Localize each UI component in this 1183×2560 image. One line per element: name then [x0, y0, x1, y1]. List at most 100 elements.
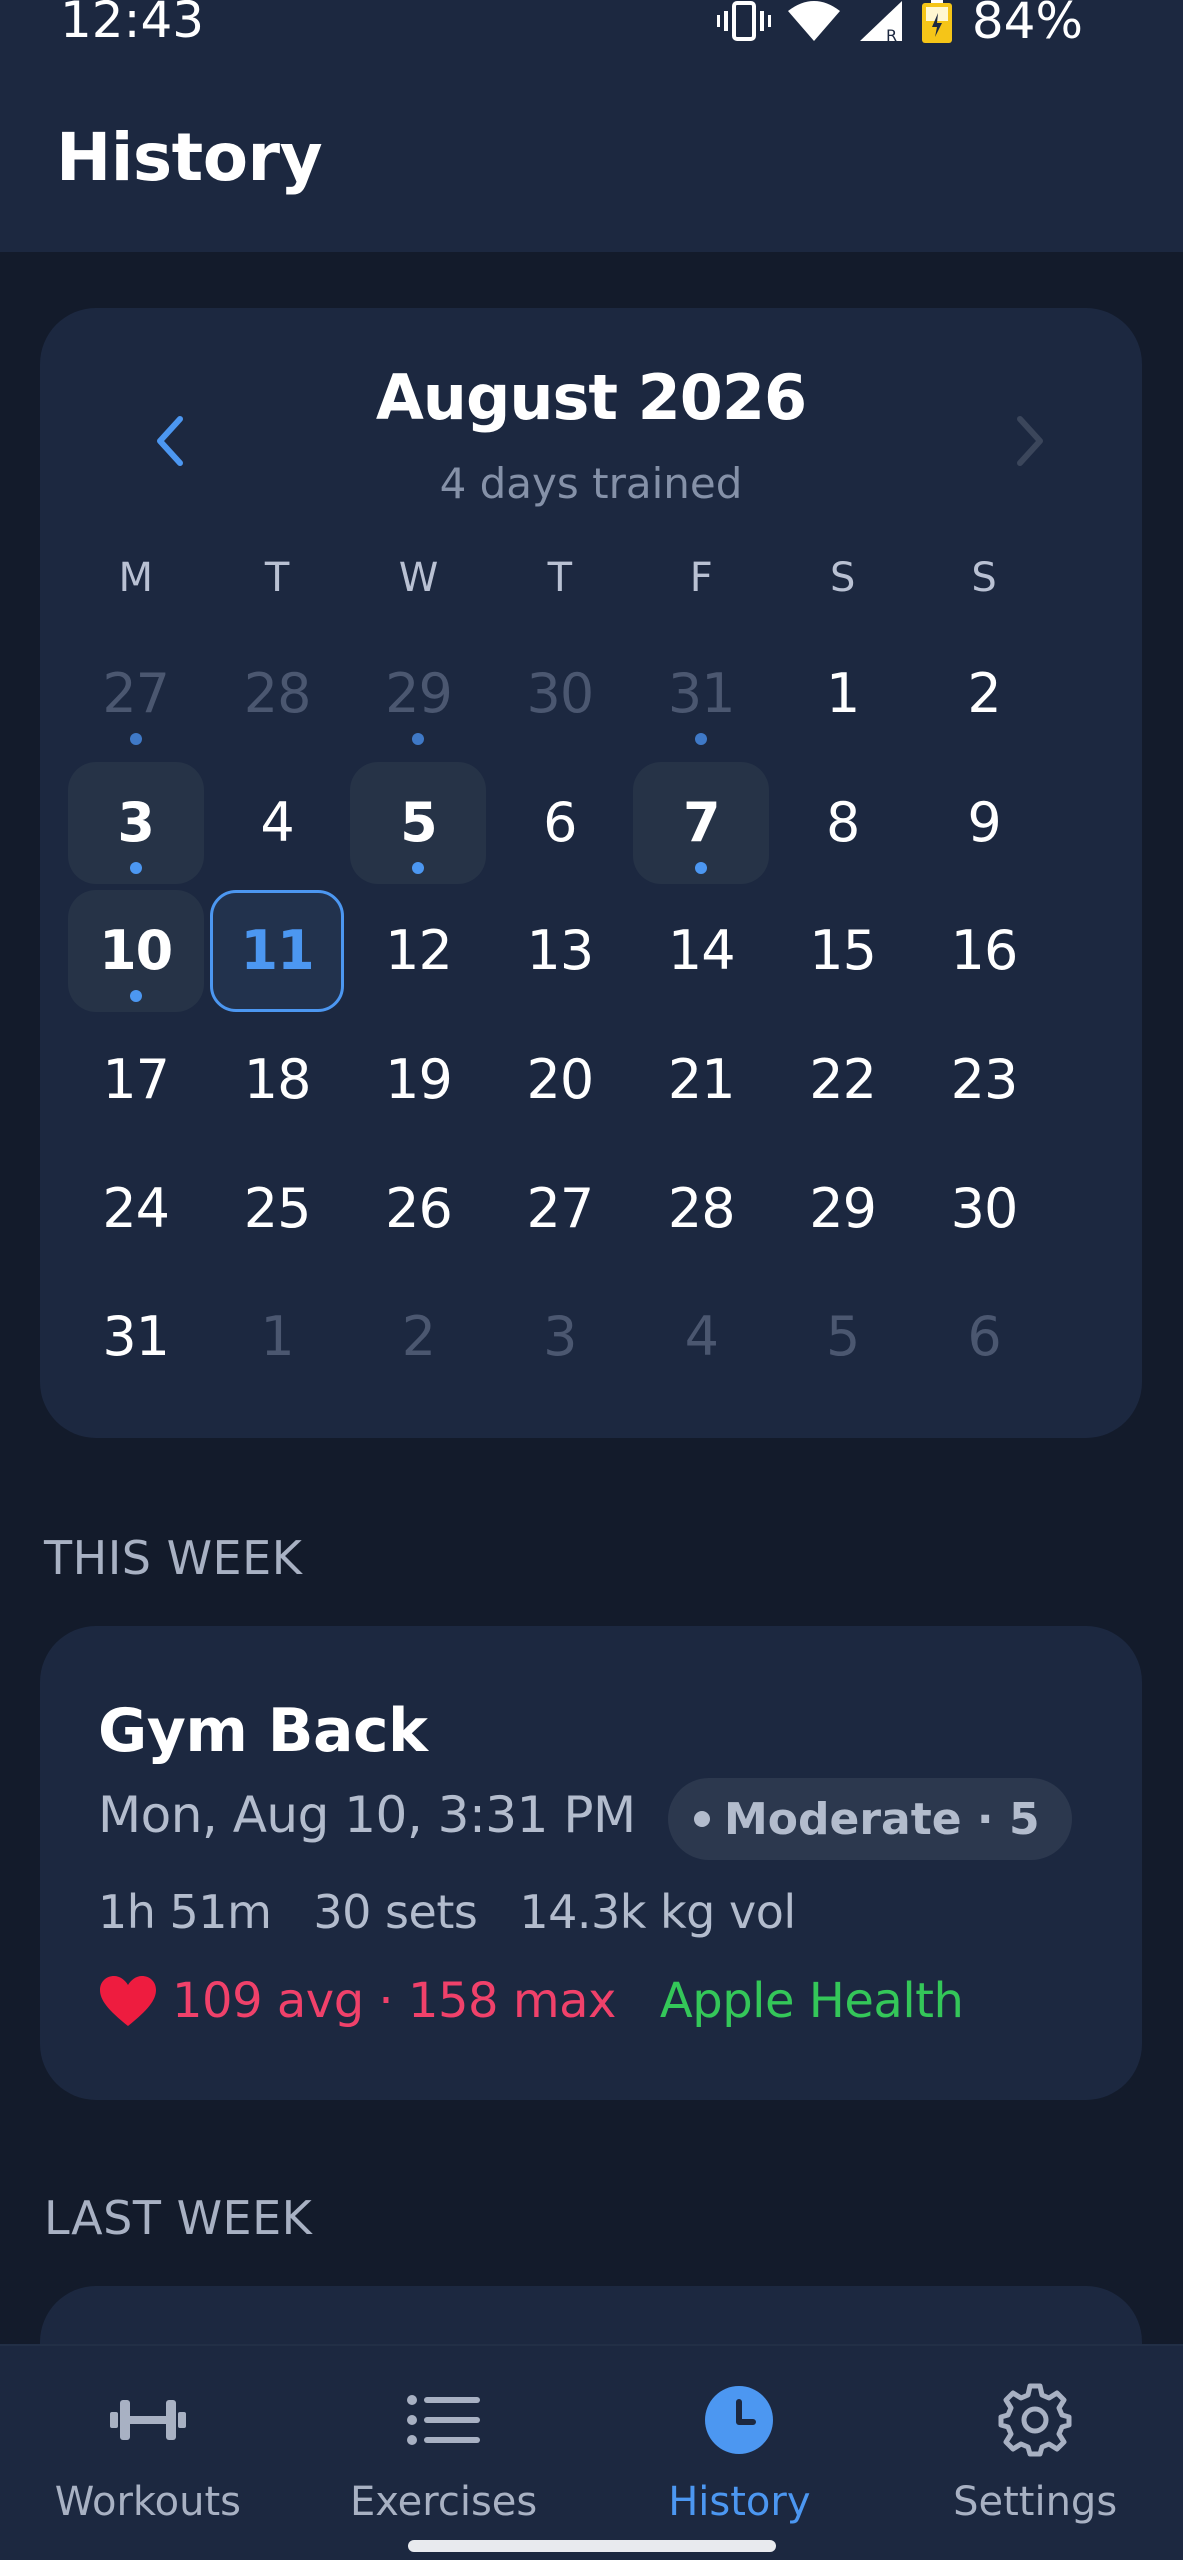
workout-dot-icon [695, 733, 708, 746]
calendar-day-number: 31 [667, 662, 736, 726]
calendar-day-box: 6 [492, 762, 628, 884]
calendar-day[interactable]: 17 [65, 1016, 206, 1145]
nav-item-exercises[interactable]: Exercises [296, 2346, 592, 2560]
calendar-day-number: 8 [825, 790, 860, 854]
calendar-day-box: 2 [916, 633, 1052, 755]
calendar-day[interactable]: 16 [913, 887, 1054, 1016]
calendar-day[interactable]: 31 [65, 1273, 206, 1402]
nav-item-history[interactable]: History [592, 2346, 888, 2560]
calendar-day-number: 13 [526, 919, 595, 983]
calendar-day[interactable]: 29 [348, 630, 489, 759]
calendar-day-box: 3 [492, 1276, 628, 1398]
calendar-day-box: 9 [916, 762, 1052, 884]
workout-dot-icon [412, 861, 425, 874]
calendar-day[interactable]: 23 [913, 1016, 1054, 1145]
calendar-day[interactable]: 8 [772, 759, 913, 888]
calendar-day-number: 4 [684, 1305, 719, 1369]
calendar-day[interactable]: 1 [206, 1273, 347, 1402]
intensity-label: Moderate · 5 [724, 1793, 1040, 1845]
calendar-day[interactable]: 13 [489, 887, 630, 1016]
calendar-day-box: 13 [492, 890, 628, 1012]
home-indicator[interactable] [408, 2540, 776, 2552]
calendar-day[interactable]: 6 [489, 759, 630, 888]
calendar-day[interactable]: 5 [772, 1273, 913, 1402]
calendar-day[interactable]: 29 [772, 1144, 913, 1273]
calendar-day[interactable]: 20 [489, 1016, 630, 1145]
calendar-day-box: 30 [492, 633, 628, 755]
calendar-day[interactable]: 31 [631, 630, 772, 759]
calendar-day-box: 22 [775, 1019, 911, 1141]
calendar-day-trained: 5 [350, 761, 487, 884]
calendar-day-box: 27 [492, 1148, 628, 1270]
calendar-day[interactable]: 3 [65, 759, 206, 888]
next-month-button[interactable] [1000, 396, 1060, 486]
calendar-day[interactable]: 11 [206, 887, 347, 1016]
calendar-day[interactable]: 3 [489, 1273, 630, 1402]
calendar-day[interactable]: 9 [913, 759, 1054, 888]
calendar-day[interactable]: 24 [65, 1144, 206, 1273]
gear-icon [993, 2378, 1077, 2462]
calendar-day-number: 16 [950, 919, 1019, 983]
workout-duration: 1h 51m [98, 1885, 272, 1939]
calendar-day[interactable]: 14 [631, 887, 772, 1016]
calendar-day[interactable]: 26 [348, 1144, 489, 1273]
calendar-day[interactable]: 10 [65, 887, 206, 1016]
nav-item-workouts[interactable]: Workouts [0, 2346, 296, 2560]
calendar-day-trained: 3 [67, 761, 204, 884]
workout-stats: 1h 51m 30 sets 14.3k kg vol [98, 1882, 796, 1942]
vibrate-icon [716, 0, 772, 43]
calendar-day-box: 26 [350, 1148, 486, 1270]
calendar-day[interactable]: 6 [913, 1273, 1054, 1402]
heart-rate-row: 109 avg · 158 max Apple Health [98, 1971, 964, 2031]
calendar-day[interactable]: 7 [631, 759, 772, 888]
calendar-day[interactable]: 2 [348, 1273, 489, 1402]
calendar-day[interactable]: 18 [206, 1016, 347, 1145]
calendar-day-number: 19 [385, 1048, 453, 1112]
calendar-day-box: 19 [350, 1019, 486, 1141]
calendar-day[interactable]: 30 [913, 1144, 1054, 1273]
calendar-day[interactable]: 28 [206, 630, 347, 759]
calendar-day-number: 21 [667, 1048, 736, 1112]
calendar-day-number: 31 [102, 1305, 170, 1369]
calendar-day-box: 16 [916, 890, 1052, 1012]
calendar-day[interactable]: 4 [206, 759, 347, 888]
calendar-day[interactable]: 21 [631, 1016, 772, 1145]
calendar-day[interactable]: 30 [489, 630, 630, 759]
calendar-day-trained: 10 [67, 890, 204, 1013]
calendar-day-number: 5 [400, 790, 438, 854]
calendar-day-number: 1 [260, 1305, 294, 1369]
calendar-day[interactable]: 5 [348, 759, 489, 888]
calendar-grid: 27 28 29 30 31 1 2 3 4 5 6 7 8 9 10 11 12 13 14 15 16 17 18 19 2… [65, 630, 1055, 1402]
calendar-day-trained: 7 [633, 761, 770, 884]
calendar-day-box: 28 [633, 1148, 769, 1270]
calendar-day-box: 24 [68, 1148, 204, 1270]
battery-icon [920, 0, 954, 45]
calendar-day[interactable]: 19 [348, 1016, 489, 1145]
calendar-day-number: 25 [243, 1176, 312, 1240]
calendar-day[interactable]: 22 [772, 1016, 913, 1145]
calendar-day[interactable]: 15 [772, 887, 913, 1016]
chevron-right-icon [1017, 416, 1043, 466]
calendar-day[interactable]: 25 [206, 1144, 347, 1273]
calendar-day[interactable]: 1 [772, 630, 913, 759]
intensity-badge: Moderate · 5 [668, 1778, 1072, 1860]
calendar-day[interactable]: 28 [631, 1144, 772, 1273]
calendar-day[interactable]: 12 [348, 887, 489, 1016]
status-time: 12:43 [60, 0, 205, 49]
weekday-label: T [264, 555, 290, 601]
calendar-day[interactable]: 27 [65, 630, 206, 759]
calendar-day-number: 26 [385, 1176, 453, 1240]
calendar-day-box: 29 [775, 1148, 911, 1270]
calendar-day[interactable]: 27 [489, 1144, 630, 1273]
nav-item-settings[interactable]: Settings [887, 2346, 1183, 2560]
workout-card[interactable]: Gym Back Mon, Aug 10, 3:31 PM Moderate ·… [40, 1626, 1142, 2100]
weekday-label: F [689, 555, 713, 601]
weekday-label: W [398, 555, 439, 601]
calendar-day[interactable]: 2 [913, 630, 1054, 759]
calendar-day-number: 2 [401, 1305, 436, 1369]
calendar-day-box: 29 [350, 633, 486, 755]
calendar-day-box: 28 [209, 633, 345, 755]
workout-sets: 30 sets [313, 1885, 478, 1939]
calendar-day[interactable]: 4 [631, 1273, 772, 1402]
calendar-day-number: 2 [967, 662, 1001, 726]
